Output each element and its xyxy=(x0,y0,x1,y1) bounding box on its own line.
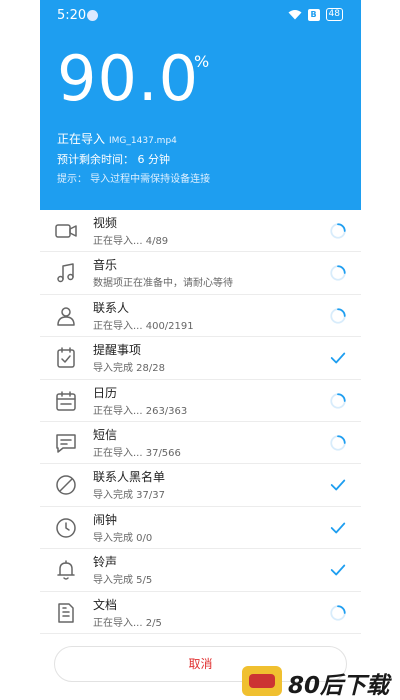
document-icon xyxy=(54,601,78,625)
video-icon xyxy=(54,219,78,243)
item-subtitle: 导入完成 0/0 xyxy=(93,532,153,544)
eta-text: 预计剩余时间： 6 分钟 xyxy=(57,153,170,166)
item-subtitle: 正在导入... 400/2191 xyxy=(93,320,194,332)
list-item: 提醒事项导入完成 28/28 xyxy=(40,337,361,380)
list-item: 联系人黑名单 导入完成 37/37 xyxy=(40,464,361,507)
item-title: 日历 xyxy=(93,385,118,400)
loading-spinner-icon xyxy=(329,264,347,282)
list-item: 铃声导入完成 5/5 xyxy=(40,549,361,592)
list-item: 闹钟导入完成 0/0 xyxy=(40,507,361,550)
loading-spinner-icon xyxy=(329,434,347,452)
list-item: 联系人正在导入... 400/2191 xyxy=(40,295,361,338)
item-subtitle: 数据项正在准备中，请耐心等待 xyxy=(93,278,233,290)
clock-icon xyxy=(54,516,78,540)
check-icon xyxy=(329,519,347,537)
wifi-icon xyxy=(288,9,302,20)
check-icon xyxy=(329,349,347,367)
progress-header: 5:20 B 48 90.0 % 正在导入 IMG_1437.mp4 预计剩余时间… xyxy=(40,0,361,210)
list-item: 日历正在导入... 263/363 xyxy=(40,380,361,422)
current-import-label: 正在导入 xyxy=(57,132,106,146)
calendar-icon xyxy=(54,389,78,413)
item-subtitle: 导入完成 37/37 xyxy=(93,490,165,502)
item-title: 短信 xyxy=(93,427,118,442)
loading-spinner-icon xyxy=(329,307,347,325)
loading-spinner-icon xyxy=(329,604,347,622)
item-title: 联系人黑名单 xyxy=(93,470,166,485)
item-title: 铃声 xyxy=(93,555,118,570)
progress-value: 90.0 xyxy=(57,42,200,115)
notification-icon xyxy=(87,10,98,21)
item-title: 联系人 xyxy=(93,300,130,315)
item-subtitle: 导入完成 5/5 xyxy=(93,575,153,587)
check-icon xyxy=(329,476,347,494)
list-item: 文档正在导入... 2/5 xyxy=(40,592,361,634)
status-time: 5:20 xyxy=(57,8,87,23)
item-subtitle: 正在导入... 2/5 xyxy=(93,617,162,629)
check-icon xyxy=(329,561,347,579)
music-icon xyxy=(54,261,78,285)
item-title: 音乐 xyxy=(93,258,118,273)
watermark-text: 80后下载 xyxy=(288,673,390,699)
item-subtitle: 导入完成 28/28 xyxy=(93,363,165,375)
item-title: 文档 xyxy=(93,597,118,612)
progress-unit: % xyxy=(194,52,210,71)
message-icon xyxy=(54,431,78,455)
item-subtitle: 正在导入... 37/566 xyxy=(93,447,181,459)
item-title: 闹钟 xyxy=(93,512,118,527)
loading-spinner-icon xyxy=(329,222,347,240)
current-import: 正在导入 IMG_1437.mp4 xyxy=(57,130,177,147)
status-bar: 5:20 B 48 xyxy=(40,0,361,32)
list-item: 视频正在导入... 4/89 xyxy=(40,210,361,253)
current-file: IMG_1437.mp4 xyxy=(109,136,177,146)
list-item: 音乐数据项正在准备中，请耐心等待 xyxy=(40,252,361,295)
battery-level: 48 xyxy=(325,8,343,21)
list-item: 短信正在导入... 37/566 xyxy=(40,422,361,465)
battery-saver-icon: B xyxy=(307,8,320,21)
watermark: 80后下载 xyxy=(238,662,400,700)
block-icon xyxy=(54,473,78,497)
reminder-icon xyxy=(54,346,78,370)
item-title: 提醒事项 xyxy=(93,343,142,358)
bell-icon xyxy=(54,558,78,582)
status-icons: B 48 xyxy=(288,8,343,21)
watermark-logo-icon xyxy=(242,666,282,696)
loading-spinner-icon xyxy=(329,392,347,410)
item-subtitle: 正在导入... 4/89 xyxy=(93,236,169,247)
import-list: 视频 正在导入... 4/89 音乐 数据项正在准备中，请耐心等待 联系人 正在导入...… xyxy=(40,210,361,634)
hint-text: 提示： 导入过程中需保持设备连接 xyxy=(57,174,211,185)
item-title: 视频 xyxy=(93,216,118,230)
contact-icon xyxy=(54,304,78,328)
screen: 5:20 B 48 90.0 % 正在导入 IMG_1437.mp4 预计剩余时间… xyxy=(0,0,400,700)
item-subtitle: 正在导入... 263/363 xyxy=(93,405,188,417)
